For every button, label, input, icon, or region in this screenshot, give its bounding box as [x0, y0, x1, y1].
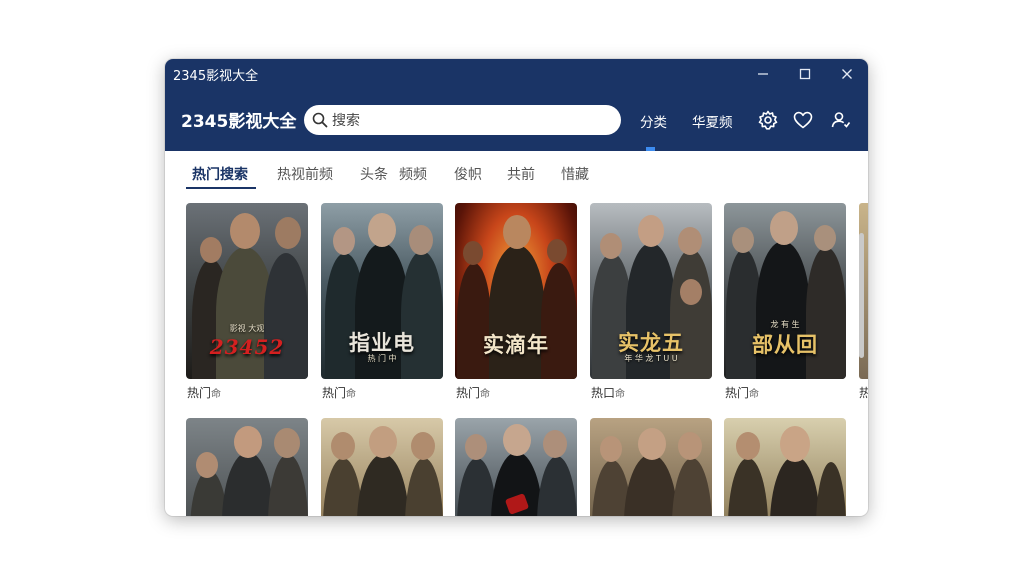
nav-channel[interactable]: 华夏频	[692, 111, 733, 131]
title-bar[interactable]: 2345影视大全	[165, 59, 868, 89]
maximize-button[interactable]	[785, 59, 825, 89]
search-icon[interactable]	[312, 112, 328, 128]
caption-badge: 命	[480, 389, 491, 400]
poster-subtitle: 年 华 龙 T U U	[624, 354, 678, 363]
poster-caption: 热门命	[322, 384, 356, 401]
settings-gear-icon[interactable]	[757, 109, 779, 131]
tab-channels[interactable]: 频频	[399, 164, 427, 184]
search-input[interactable]	[330, 109, 614, 133]
tab-category-5[interactable]: 俊帜	[454, 164, 482, 184]
poster-image: 实龙五 年 华 龙 T U U	[590, 203, 712, 379]
close-icon	[842, 69, 852, 79]
heart-icon[interactable]	[792, 109, 814, 131]
tab-favorites[interactable]: 惜藏	[561, 164, 589, 184]
poster-image: 龙 有 生 部从回	[724, 203, 846, 379]
close-button[interactable]	[827, 59, 867, 89]
poster-image	[186, 418, 308, 516]
caption-text: 热口	[591, 386, 616, 400]
minimize-button[interactable]	[743, 59, 783, 89]
poster-caption: 热门命	[187, 384, 221, 401]
app-window: 2345影视大全 2345影视大全 分类 华夏频	[165, 59, 868, 516]
minimize-icon	[758, 73, 768, 75]
user-icon[interactable]	[829, 109, 851, 131]
vertical-scrollbar[interactable]	[859, 233, 864, 358]
poster-grid: 影视 大观 23452 热门命 指业电 热 门 中 热门命 实滴年 热门命 实龙…	[165, 193, 868, 516]
tab-hot-video[interactable]: 热视前频	[277, 164, 333, 184]
maximize-icon	[799, 68, 811, 80]
poster-title: 23452	[209, 335, 285, 359]
search-box[interactable]	[304, 105, 621, 135]
active-tab-underline	[186, 187, 256, 189]
tab-category-6[interactable]: 共前	[507, 164, 535, 184]
poster-image: 指业电 热 门 中	[321, 203, 443, 379]
category-tabs: 热门搜索 热视前频 头条 频频 俊帜 共前 惜藏	[165, 151, 868, 193]
caption-text: 热门	[187, 386, 212, 400]
window-title: 2345影视大全	[173, 69, 259, 84]
poster-caption: 热门命	[725, 384, 759, 401]
poster-subtitle: 影视 大观	[229, 324, 265, 333]
caption-text: 热门	[322, 386, 347, 400]
poster-title: 实滴年	[483, 332, 549, 357]
poster-title: 部从回	[752, 332, 818, 357]
caption-badge: 命	[749, 389, 760, 400]
poster-image	[590, 418, 712, 516]
poster-image: 实滴年	[455, 203, 577, 379]
nav-category[interactable]: 分类	[640, 111, 667, 131]
caption-text: 热门	[725, 386, 750, 400]
tab-hot-search[interactable]: 热门搜索	[192, 164, 248, 184]
caption-badge: 命	[211, 389, 222, 400]
poster-caption: 热门命	[456, 384, 490, 401]
poster-caption: 热口命	[591, 384, 625, 401]
caption-text: 热门	[456, 386, 481, 400]
poster-image	[321, 418, 443, 516]
tab-headlines[interactable]: 头条	[360, 164, 388, 184]
poster-image: 影视 大观 23452	[186, 203, 308, 379]
app-header: 2345影视大全 分类 华夏频	[165, 89, 868, 151]
poster-image	[724, 418, 846, 516]
poster-caption-partial: 热	[859, 386, 868, 400]
caption-badge: 命	[615, 389, 626, 400]
app-title: 2345影视大全	[181, 112, 297, 132]
poster-image	[455, 418, 577, 516]
poster-subtitle: 热 门 中	[367, 354, 397, 363]
caption-badge: 命	[346, 389, 357, 400]
